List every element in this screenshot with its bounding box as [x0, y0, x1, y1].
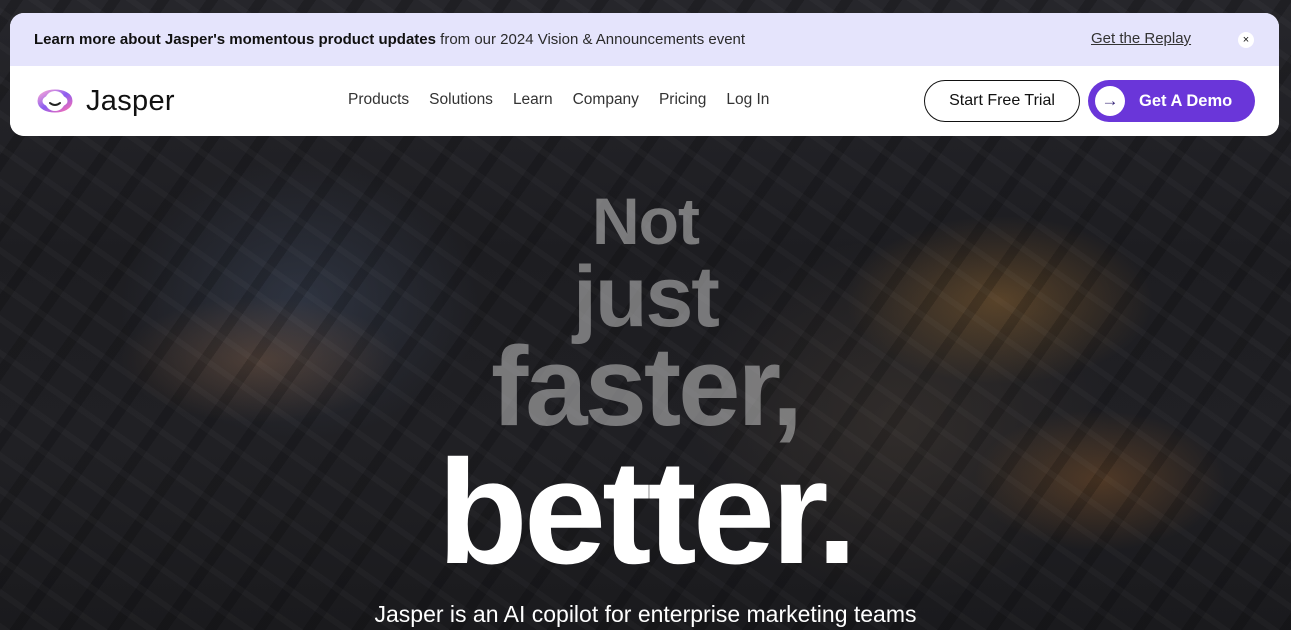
get-replay-link[interactable]: Get the Replay — [1091, 30, 1191, 47]
header-card: Learn more about Jasper's momentous prod… — [10, 13, 1279, 136]
start-free-trial-label: Start Free Trial — [949, 92, 1055, 109]
jasper-logo-icon — [37, 89, 73, 113]
brand-name: Jasper — [86, 84, 175, 117]
announcement-body-text: from our 2024 Vision & Announcements eve… — [440, 31, 746, 48]
primary-nav: Products Solutions Learn Company Pricing… — [348, 91, 789, 109]
announcement-bar: Learn more about Jasper's momentous prod… — [10, 13, 1279, 66]
hero-subtitle: Jasper is an AI copilot for enterprise m… — [374, 601, 917, 627]
nav-item-learn[interactable]: Learn — [513, 91, 553, 109]
nav-item-solutions[interactable]: Solutions — [429, 91, 493, 109]
nav-item-company[interactable]: Company — [573, 91, 639, 109]
nav-item-products[interactable]: Products — [348, 91, 409, 109]
jasper-logo[interactable]: Jasper — [34, 83, 175, 119]
close-icon: × — [1242, 34, 1250, 46]
announcement-text: Learn more about Jasper's momentous prod… — [34, 31, 745, 48]
navbar: Jasper Products Solutions Learn Company … — [10, 66, 1279, 136]
get-demo-label: Get A Demo — [1139, 91, 1233, 110]
close-announcement-button[interactable]: × — [1238, 32, 1254, 48]
nav-item-login[interactable]: Log In — [726, 91, 769, 109]
get-demo-button[interactable]: → Get A Demo — [1088, 80, 1255, 122]
nav-item-pricing[interactable]: Pricing — [659, 91, 706, 109]
arrow-right-icon: → — [1095, 86, 1125, 116]
start-free-trial-button[interactable]: Start Free Trial — [924, 80, 1080, 122]
announcement-bold-text: Learn more about Jasper's momentous prod… — [34, 31, 436, 48]
hero-headline-line-4: better. — [437, 430, 857, 595]
